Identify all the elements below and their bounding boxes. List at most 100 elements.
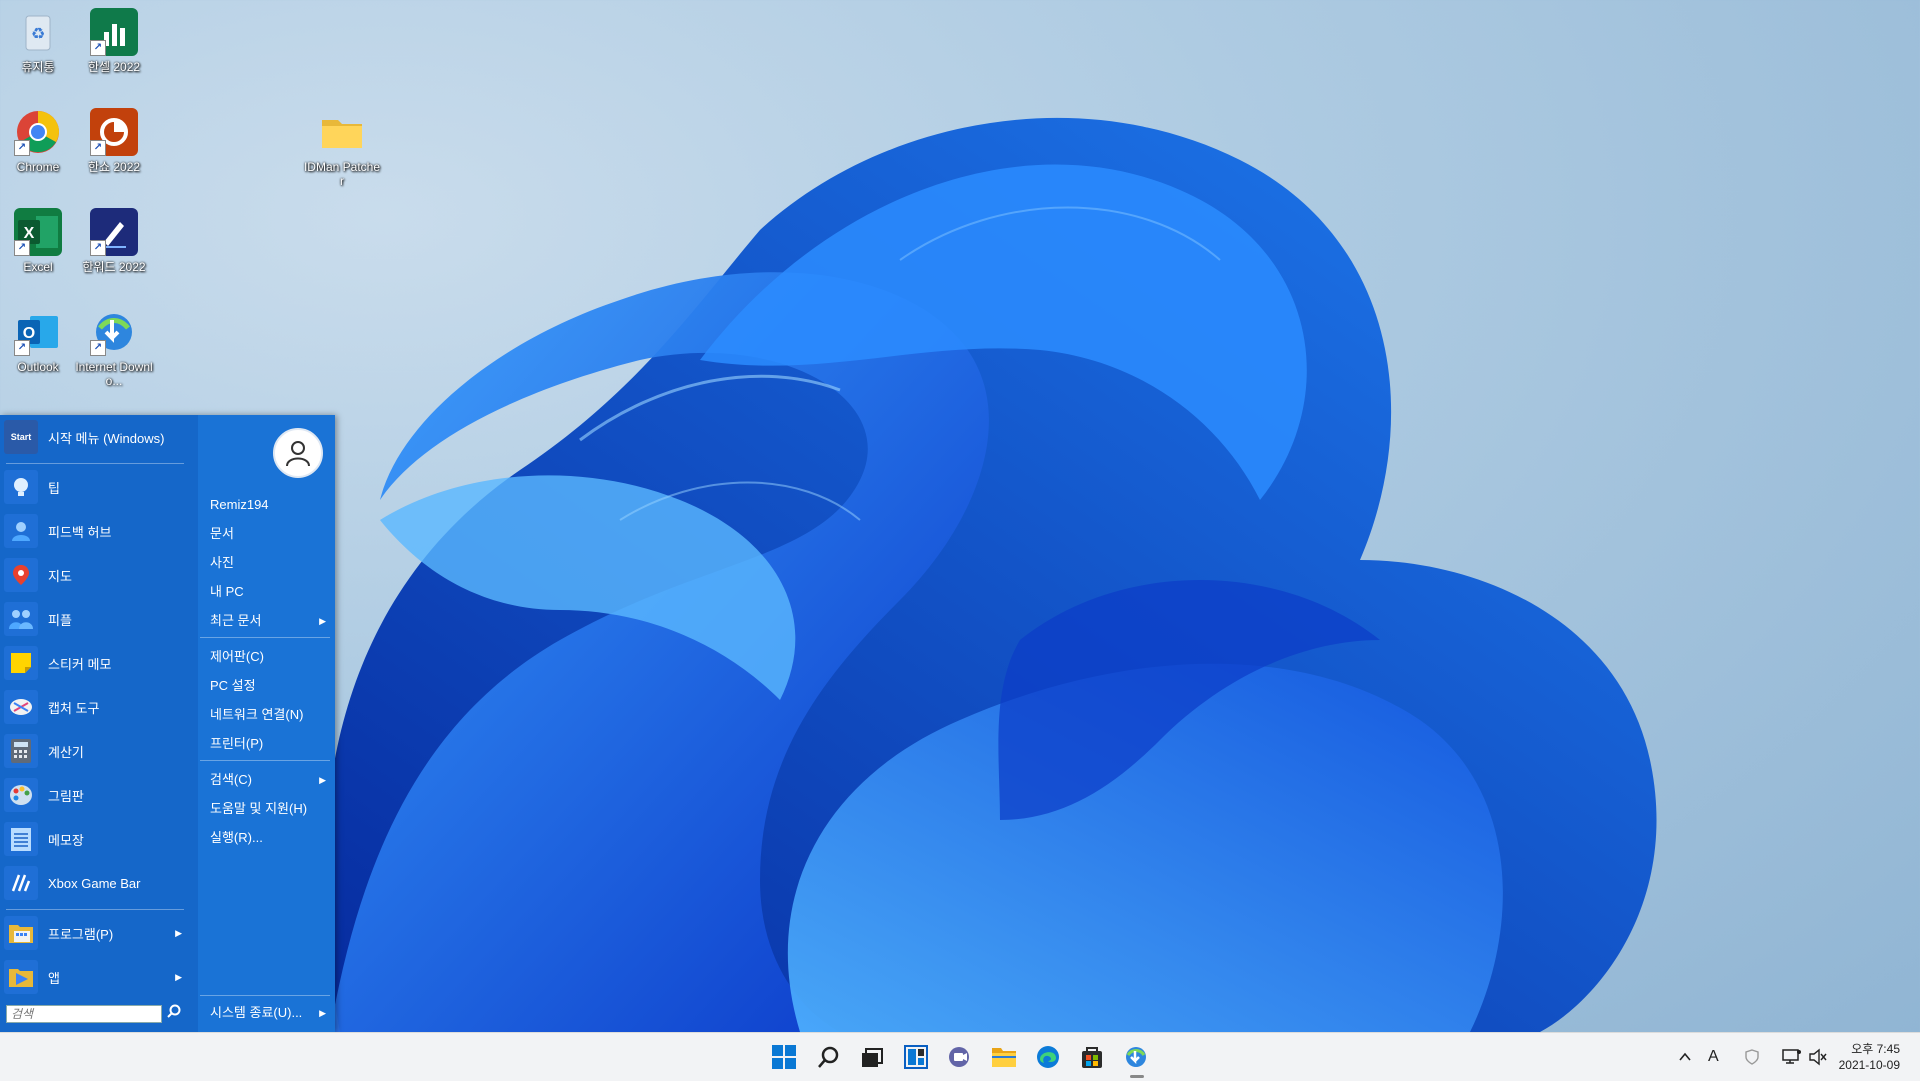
pictures-link[interactable]: 사진 xyxy=(210,551,328,575)
excel-icon: X ↗ xyxy=(14,208,62,256)
submenu-arrow-icon: ▶ xyxy=(175,971,182,982)
separator xyxy=(200,995,330,996)
user-icon xyxy=(286,441,310,467)
app-maps[interactable]: 지도 xyxy=(4,555,190,595)
app-people[interactable]: 피플 xyxy=(4,599,190,639)
search-link[interactable]: 검색(C) ▶ xyxy=(210,768,328,792)
app-calculator[interactable]: 계산기 xyxy=(4,731,190,771)
desktop-icon-chrome[interactable]: ↗ Chrome xyxy=(0,108,78,174)
outlook-icon: O ↗ xyxy=(14,308,62,356)
app-tips[interactable]: 팁 xyxy=(4,467,190,507)
desktop-icon-internet-download-manager[interactable]: ↗ Internet Downlo... xyxy=(74,308,154,388)
app-sticky-notes[interactable]: 스티커 메모 xyxy=(4,643,190,683)
app-label: 그림판 xyxy=(48,788,84,804)
desktop-icon-hancell[interactable]: ↗ 한셀 2022 xyxy=(74,8,154,74)
desktop-icon-hanshow[interactable]: ↗ 한쇼 2022 xyxy=(74,108,154,174)
desktop-icon-label: Excel xyxy=(23,260,53,274)
search-icon xyxy=(818,1046,839,1068)
shutdown-label: 시스템 종료(U)... xyxy=(210,1005,303,1020)
show-hidden-icons-button[interactable] xyxy=(1678,1033,1692,1081)
shield-icon xyxy=(1745,1049,1759,1065)
separator xyxy=(200,760,330,761)
shutdown-button[interactable]: 시스템 종료(U)... ▶ xyxy=(210,1001,328,1025)
chrome-icon: ↗ xyxy=(14,108,62,156)
chat-camera-icon xyxy=(949,1047,969,1067)
network-tray-button[interactable] xyxy=(1782,1033,1802,1081)
user-name-link[interactable]: Remiz194 xyxy=(210,493,328,517)
windows-logo-icon xyxy=(772,1045,796,1069)
edge-icon xyxy=(1037,1046,1059,1068)
apps-label: 앱 xyxy=(48,970,60,986)
control-panel-link[interactable]: 제어판(C) xyxy=(210,645,328,669)
xbox-game-bar-icon xyxy=(4,866,38,900)
desktop-icon-recycle-bin[interactable]: ♻ 휴지통 xyxy=(0,8,78,74)
app-feedback-hub[interactable]: 피드백 허브 xyxy=(4,511,190,551)
snipping-tool-icon xyxy=(4,690,38,724)
search-label: 검색(C) xyxy=(210,772,252,787)
run-link[interactable]: 실행(R)... xyxy=(210,826,328,850)
desktop-icon-excel[interactable]: X ↗ Excel xyxy=(0,208,78,274)
search-icon[interactable] xyxy=(167,1004,181,1021)
pc-settings-link[interactable]: PC 설정 xyxy=(210,674,328,698)
lightbulb-icon xyxy=(4,470,38,504)
edge-button[interactable] xyxy=(1032,1041,1064,1073)
start-menu-header-label: 시작 메뉴 (Windows) xyxy=(48,430,165,446)
start-menu-header[interactable]: Start 시작 메뉴 (Windows) xyxy=(4,417,190,457)
app-label: 피드백 허브 xyxy=(48,524,112,540)
separator xyxy=(200,637,330,638)
apps-menu[interactable]: 앱 ▶ xyxy=(4,957,190,997)
printers-link[interactable]: 프린터(P) xyxy=(210,732,328,756)
idm-taskbar-button[interactable] xyxy=(1120,1041,1152,1073)
clock-time: 오후 7:45 xyxy=(1851,1042,1900,1056)
programs-menu[interactable]: 프로그램(P) ▶ xyxy=(4,913,190,953)
submenu-arrow-icon: ▶ xyxy=(319,1008,326,1018)
separator xyxy=(6,463,184,464)
sticky-note-icon xyxy=(4,646,38,680)
start-menu-places: Remiz194 문서 사진 내 PC 최근 문서 ▶ 제어판(C) PC 설정… xyxy=(198,415,335,1032)
taskbar-clock[interactable]: 오후 7:45 2021-10-09 xyxy=(1839,1041,1900,1073)
start-search-input[interactable]: 검색 xyxy=(6,1005,162,1023)
start-menu-app-icon: Start xyxy=(4,420,38,454)
submenu-arrow-icon: ▶ xyxy=(319,616,326,626)
desktop-icon-label: Outlook xyxy=(17,360,59,374)
my-pc-link[interactable]: 내 PC xyxy=(210,580,328,604)
apps-folder-icon xyxy=(4,960,38,994)
widgets-button[interactable] xyxy=(900,1041,932,1073)
start-button[interactable] xyxy=(768,1041,800,1073)
file-explorer-button[interactable] xyxy=(988,1041,1020,1073)
help-support-link[interactable]: 도움말 및 지원(H) xyxy=(210,797,328,821)
app-xbox-game-bar[interactable]: Xbox Game Bar xyxy=(4,863,190,903)
desktop-icon-idman-patcher[interactable]: IDMan Patcher xyxy=(302,108,382,188)
teams-chat-button[interactable] xyxy=(944,1041,976,1073)
volume-tray-button[interactable] xyxy=(1808,1033,1828,1081)
app-label: 팁 xyxy=(48,480,60,496)
hancell-icon: ↗ xyxy=(90,8,138,56)
app-paint[interactable]: 그림판 xyxy=(4,775,190,815)
store-bag-icon xyxy=(1082,1047,1102,1068)
app-notepad[interactable]: 메모장 xyxy=(4,819,190,859)
widgets-icon xyxy=(904,1045,928,1069)
running-indicator xyxy=(1130,1075,1144,1078)
task-view-button[interactable] xyxy=(856,1041,888,1073)
documents-link[interactable]: 문서 xyxy=(210,522,328,546)
defender-tray-button[interactable] xyxy=(1744,1033,1760,1081)
app-label: 캡처 도구 xyxy=(48,700,100,716)
desktop-icon-label: Chrome xyxy=(16,160,60,174)
notepad-icon xyxy=(4,822,38,856)
user-avatar[interactable] xyxy=(273,428,323,478)
microsoft-store-button[interactable] xyxy=(1076,1041,1108,1073)
ime-indicator[interactable]: A xyxy=(1708,1033,1719,1081)
svg-text:♻: ♻ xyxy=(31,26,45,43)
app-label: 메모장 xyxy=(48,832,84,848)
idm-icon: ↗ xyxy=(90,308,138,356)
desktop-icon-hanword[interactable]: ↗ 한워드 2022 xyxy=(74,208,154,274)
desktop-icon-outlook[interactable]: O ↗ Outlook xyxy=(0,308,78,374)
chevron-up-icon xyxy=(1679,1052,1691,1061)
app-label: Xbox Game Bar xyxy=(48,875,141,891)
network-connections-link[interactable]: 네트워크 연결(N) xyxy=(210,703,328,727)
people-icon xyxy=(4,602,38,636)
app-snipping-tool[interactable]: 캡처 도구 xyxy=(4,687,190,727)
desktop-icon-label: 한쇼 2022 xyxy=(87,160,141,174)
recent-documents-link[interactable]: 최근 문서 ▶ xyxy=(210,609,328,633)
taskbar-search-button[interactable] xyxy=(812,1041,844,1073)
